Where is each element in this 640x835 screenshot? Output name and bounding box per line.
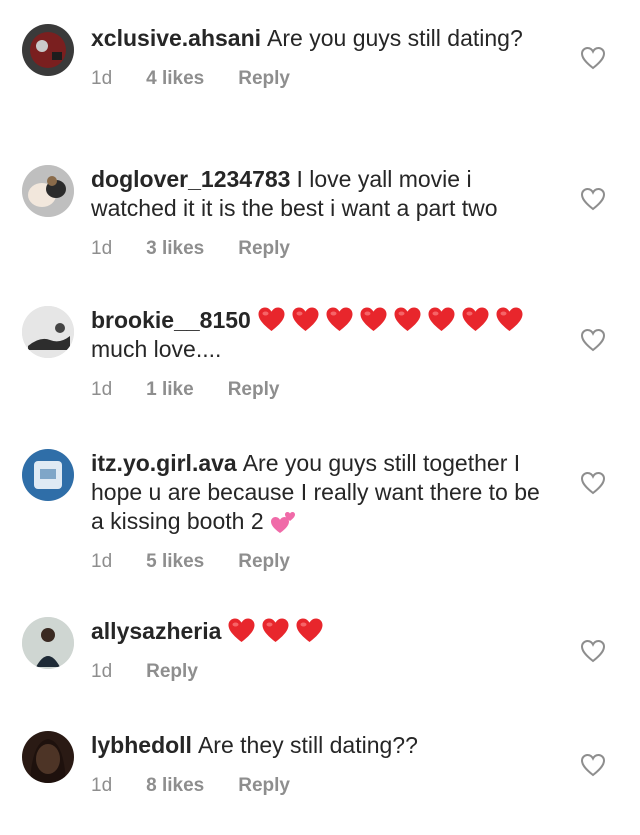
avatar[interactable] — [22, 449, 74, 501]
username[interactable]: itz.yo.girl.ava — [91, 450, 237, 476]
red-heart-emoji — [359, 306, 388, 333]
reply-button[interactable]: Reply — [238, 238, 290, 260]
reply-button[interactable]: Reply — [228, 379, 280, 401]
comment-body: brookie__8150much love.... 1d 1 like Rep… — [91, 306, 551, 401]
red-heart-emoji — [257, 306, 286, 333]
likes-count[interactable]: 3 likes — [146, 238, 204, 260]
reply-button[interactable]: Reply — [146, 661, 198, 683]
heart-outline-icon[interactable] — [580, 46, 606, 70]
comment-meta: 1d 5 likes Reply — [91, 551, 551, 573]
comments-list: xclusive.ahsani Are you guys still dating… — [0, 0, 640, 835]
username[interactable]: lybhedoll — [91, 732, 192, 758]
comment-body: doglover_1234783 I love yall movie i watc… — [91, 165, 551, 260]
comment-body: allysazheria 1d Reply — [91, 617, 551, 683]
comment-content: Are they still dating?? — [197, 732, 418, 758]
avatar-image — [22, 731, 74, 783]
heart-emoji-row — [257, 307, 529, 333]
comment-meta: 1d 4 likes Reply — [91, 68, 551, 90]
comment-body: itz.yo.girl.ava Are you guys still togeth… — [91, 449, 551, 573]
heart-outline-icon[interactable] — [580, 753, 606, 777]
username[interactable]: allysazheria — [91, 618, 221, 644]
username[interactable]: brookie__8150 — [91, 307, 251, 333]
red-heart-emoji — [325, 306, 354, 333]
red-heart-emoji — [393, 306, 422, 333]
comment-time: 1d — [91, 661, 113, 682]
reply-button[interactable]: Reply — [238, 551, 290, 573]
comment-meta: 1d Reply — [91, 661, 551, 683]
likes-count[interactable]: 5 likes — [146, 551, 204, 573]
comment-content: much love.... — [91, 336, 222, 362]
likes-count[interactable]: 4 likes — [146, 68, 204, 90]
avatar-image — [22, 617, 74, 669]
comment-time: 1d — [91, 68, 113, 89]
avatar-image — [22, 165, 74, 217]
avatar[interactable] — [22, 617, 74, 669]
comment-time: 1d — [91, 551, 113, 572]
likes-count[interactable]: 1 like — [146, 379, 194, 401]
avatar[interactable] — [22, 165, 74, 217]
comment-time: 1d — [91, 379, 113, 400]
comment-text: lybhedoll Are they still dating?? — [91, 731, 551, 760]
comment-meta: 1d 3 likes Reply — [91, 238, 551, 260]
comment-body: xclusive.ahsani Are you guys still dating… — [91, 24, 551, 90]
comment-meta: 1d 1 like Reply — [91, 379, 551, 401]
comment-time: 1d — [91, 775, 113, 796]
heart-outline-icon[interactable] — [580, 471, 606, 495]
sparkling-heart-emoji — [270, 509, 298, 535]
avatar-image — [22, 24, 74, 76]
avatar-image — [22, 306, 74, 358]
heart-emoji-row — [227, 618, 329, 644]
comment-text: brookie__8150much love.... — [91, 306, 551, 364]
reply-button[interactable]: Reply — [238, 775, 290, 797]
comment-body: lybhedoll Are they still dating?? 1d 8 li… — [91, 731, 551, 797]
username[interactable]: doglover_1234783 — [91, 166, 290, 192]
reply-button[interactable]: Reply — [238, 68, 290, 90]
red-heart-emoji — [427, 306, 456, 333]
comment-meta: 1d 8 likes Reply — [91, 775, 551, 797]
heart-outline-icon[interactable] — [580, 187, 606, 211]
comment-text: doglover_1234783 I love yall movie i watc… — [91, 165, 551, 223]
comment-text: allysazheria — [91, 617, 551, 646]
red-heart-emoji — [495, 306, 524, 333]
comment-content: Are you guys still dating? — [267, 25, 523, 51]
comment-text: itz.yo.girl.ava Are you guys still togeth… — [91, 449, 551, 536]
comment-time: 1d — [91, 238, 113, 259]
likes-count[interactable]: 8 likes — [146, 775, 204, 797]
red-heart-emoji — [227, 617, 256, 644]
red-heart-emoji — [461, 306, 490, 333]
avatar[interactable] — [22, 306, 74, 358]
red-heart-emoji — [291, 306, 320, 333]
red-heart-emoji — [295, 617, 324, 644]
heart-outline-icon[interactable] — [580, 328, 606, 352]
red-heart-emoji — [261, 617, 290, 644]
comment-text: xclusive.ahsani Are you guys still dating… — [91, 24, 551, 53]
avatar[interactable] — [22, 24, 74, 76]
avatar[interactable] — [22, 731, 74, 783]
avatar-image — [22, 449, 74, 501]
heart-outline-icon[interactable] — [580, 639, 606, 663]
username[interactable]: xclusive.ahsani — [91, 25, 261, 51]
